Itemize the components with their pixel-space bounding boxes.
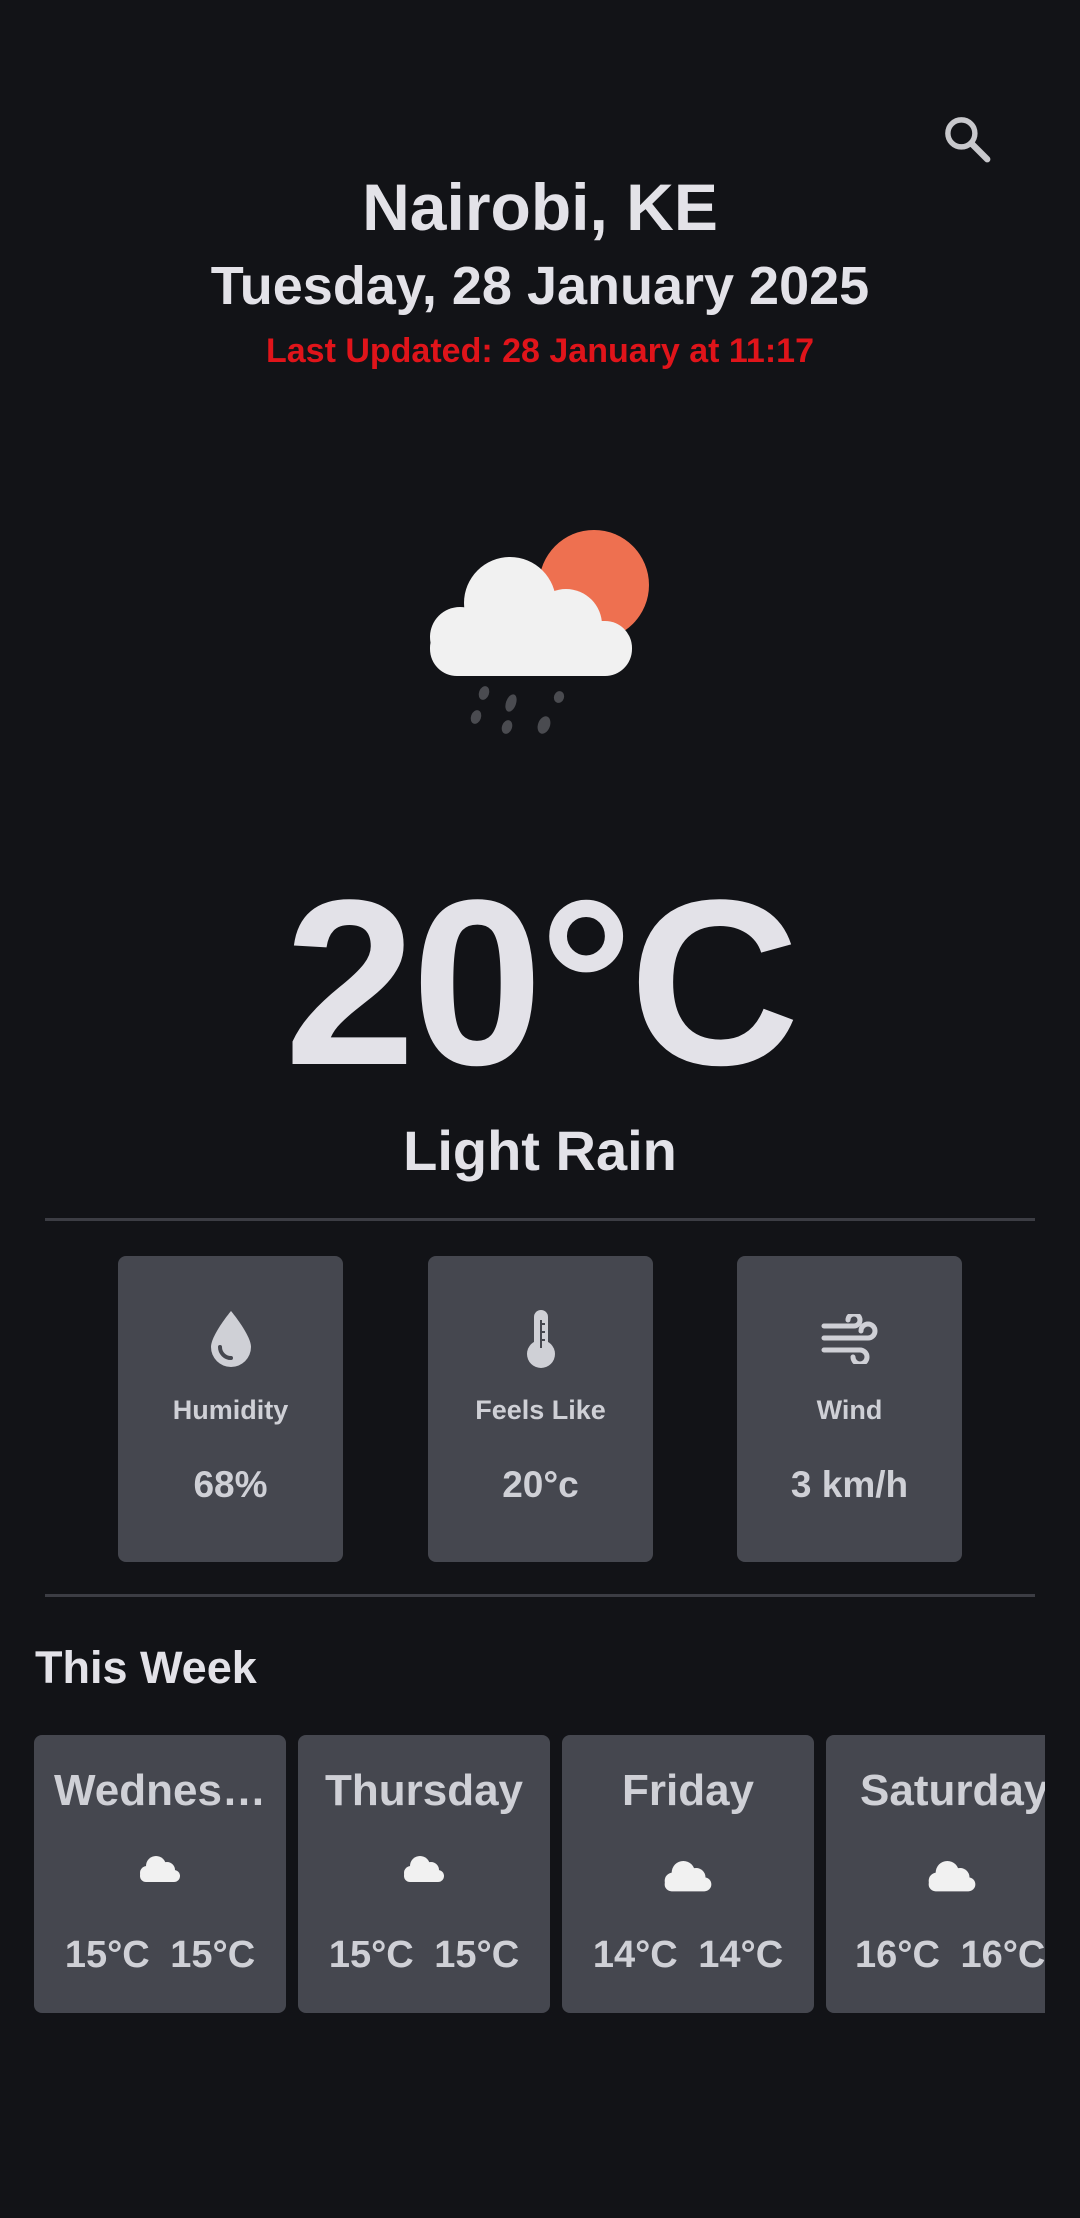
search-icon [945,117,991,163]
search-button[interactable] [932,104,1002,174]
day-temp-high: 16°C [855,1934,940,1976]
day-name: Saturday [860,1766,1045,1815]
day-name: Thursday [324,1766,524,1815]
day-temp-low: 16°C [960,1934,1045,1976]
day-temperatures: 16°C 16°C [855,1931,1045,1979]
day-temperatures: 15°C 15°C [298,1931,550,1979]
forecast-day-card[interactable]: Wednes… 15°C 15°C [34,1735,286,2013]
day-temp-high: 14°C [592,1934,678,1976]
cloud-icon [928,1861,976,1892]
day-name: Wednes… [54,1766,266,1815]
cloud-icon [404,1856,444,1882]
forecast-day-card[interactable]: Saturday 16°C 16°C [826,1735,1045,2013]
thermometer-icon [428,1304,653,1374]
city-name: Nairobi, KE [362,170,718,244]
cloud-icon [140,1856,180,1882]
location-header: Nairobi, KE Tuesday, 28 January 2025 Las… [0,165,1080,373]
feels-like-card: Feels Like 20°c [428,1256,653,1562]
wind-icon [737,1304,962,1374]
day-temp-low: 15°C [434,1934,520,1976]
day-temp-low: 14°C [698,1934,784,1976]
current-temperature: 20°C [284,851,799,1115]
day-temperatures: 15°C 15°C [34,1931,286,1979]
weekly-forecast-list[interactable]: Wednes… 15°C 15°C Thursday 15°C 15°C Fri… [34,1735,1045,2015]
cloud-icon [664,1861,712,1892]
water-drop-icon [118,1304,343,1374]
divider [45,1218,1035,1221]
this-week-heading: This Week [35,1642,257,1693]
current-date: Tuesday, 28 January 2025 [210,256,870,316]
day-temp-high: 15°C [328,1934,414,1976]
day-temperatures: 14°C 14°C [562,1931,814,1979]
day-name: Friday [621,1766,755,1815]
forecast-day-card[interactable]: Friday 14°C 14°C [562,1735,814,2013]
day-temp-high: 15°C [64,1934,150,1976]
wind-value: 3 km/h [790,1464,909,1505]
humidity-label: Humidity [172,1395,289,1425]
cloud-sun-rain-icon [430,530,649,734]
wind-label: Wind [816,1395,883,1425]
feels-like-label: Feels Like [475,1395,606,1425]
humidity-card: Humidity 68% [118,1256,343,1562]
wind-card: Wind 3 km/h [737,1256,962,1562]
weather-condition: Light Rain [403,1119,677,1182]
humidity-value: 68% [193,1464,268,1505]
last-updated-text: Last Updated: 28 January at 11:17 [265,332,814,370]
day-temp-low: 15°C [170,1934,256,1976]
feels-like-value: 20°c [502,1464,579,1505]
forecast-day-card[interactable]: Thursday 15°C 15°C [298,1735,550,2013]
divider [45,1594,1035,1597]
